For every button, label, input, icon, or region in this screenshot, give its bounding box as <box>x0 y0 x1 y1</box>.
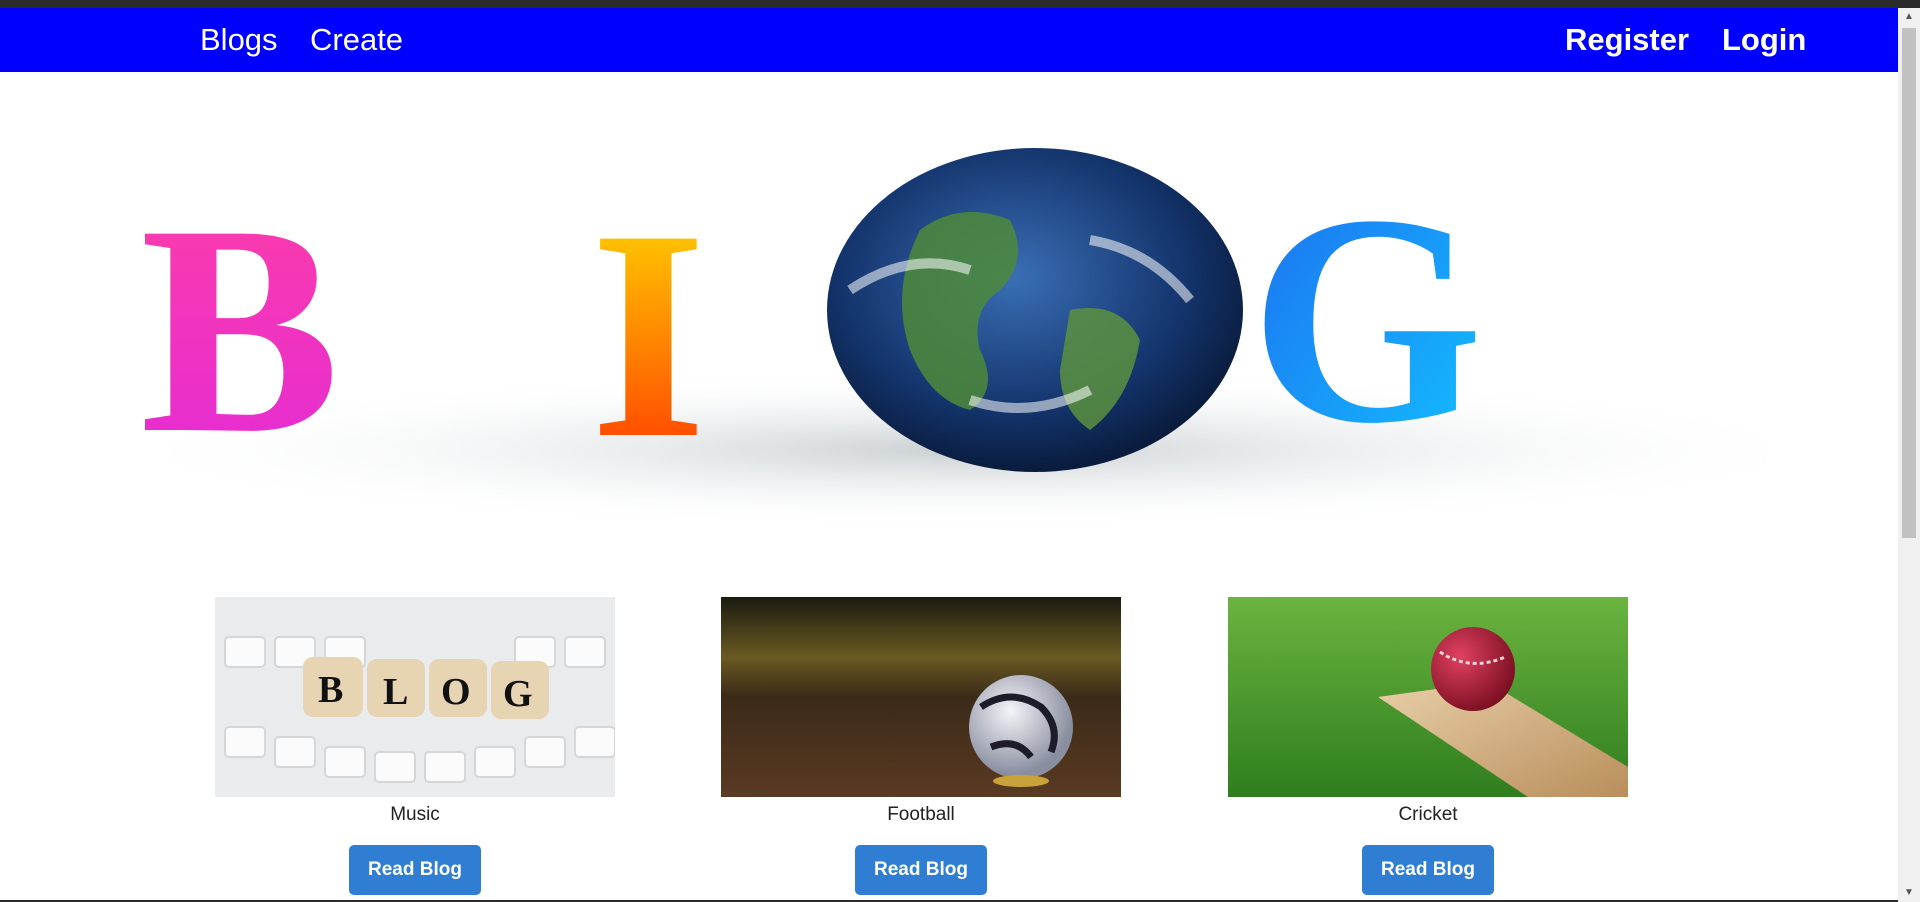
svg-text:B: B <box>318 669 343 711</box>
scrollbar-thumb[interactable] <box>1902 28 1916 538</box>
football-image[interactable] <box>721 597 1121 797</box>
scroll-up-arrow-icon[interactable]: ▲ <box>1898 8 1920 26</box>
card-caption: Cricket <box>1398 804 1458 825</box>
card-caption: Music <box>390 804 440 825</box>
blog-card: Cricket Read Blog <box>1228 597 1628 895</box>
nav-blogs-link[interactable]: Blogs <box>200 8 278 72</box>
svg-text:L: L <box>383 671 408 713</box>
svg-text:G: G <box>1250 153 1483 485</box>
read-blog-button[interactable]: Read Blog <box>1362 845 1494 895</box>
blog-card: B L O G Music Read Blog <box>215 597 615 895</box>
nav-create-link[interactable]: Create <box>310 8 403 72</box>
blog-dice-keyboard-image[interactable]: B L O G <box>215 597 615 797</box>
hero-blog-image: B I G <box>70 140 1850 550</box>
svg-text:B: B <box>140 163 340 495</box>
nav-login-link[interactable]: Login <box>1722 8 1806 72</box>
read-blog-button[interactable]: Read Blog <box>349 845 481 895</box>
svg-text:I: I <box>590 168 707 500</box>
svg-text:G: G <box>503 673 533 715</box>
cricket-ball-bat-image[interactable] <box>1228 597 1628 797</box>
vertical-scrollbar[interactable]: ▲ ▼ <box>1898 8 1920 902</box>
svg-text:O: O <box>441 671 471 713</box>
nav-register-link[interactable]: Register <box>1565 8 1689 72</box>
window-top-strip <box>0 0 1920 8</box>
read-blog-button[interactable]: Read Blog <box>855 845 987 895</box>
card-caption: Football <box>887 804 955 825</box>
scroll-down-arrow-icon[interactable]: ▼ <box>1898 884 1920 902</box>
blog-card: Football Read Blog <box>721 597 1121 895</box>
navbar: Blogs Create Register Login <box>0 8 1898 72</box>
